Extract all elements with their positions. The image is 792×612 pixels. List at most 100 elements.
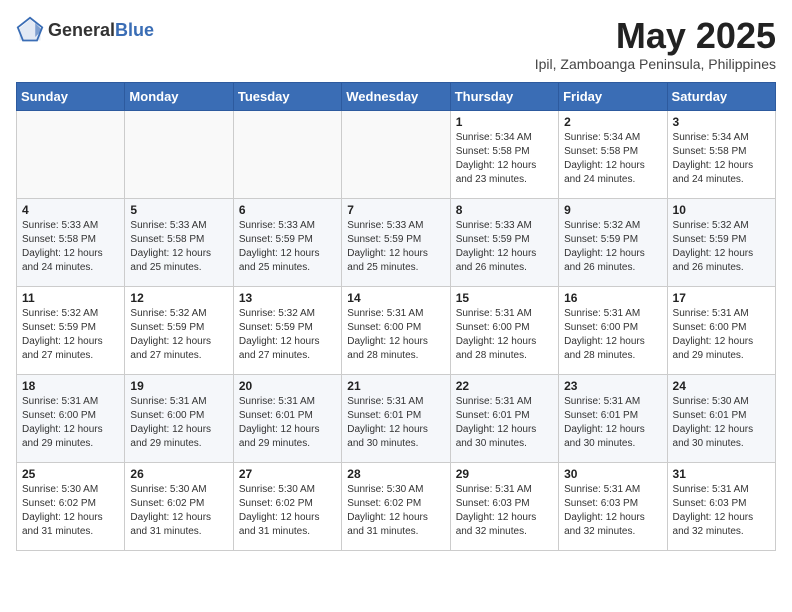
calendar-week-4: 18 Sunrise: 5:31 AM Sunset: 6:00 PM Dayli…	[17, 374, 776, 462]
day-number: 9	[564, 203, 661, 217]
calendar-cell: 17Sunrise: 5:31 AM Sunset: 6:00 PM Dayli…	[667, 286, 775, 374]
page-header: GeneralBlue May 2025 Ipil, Zamboanga Pen…	[16, 16, 776, 72]
cell-content: Sunrise: 5:30 AM Sunset: 6:02 PM Dayligh…	[130, 483, 227, 539]
day-number: 18	[22, 379, 119, 393]
calendar-cell: 20 Sunrise: 5:31 AM Sunset: 6:01 PM Dayli…	[233, 374, 341, 462]
calendar-cell: 8Sunrise: 5:33 AM Sunset: 5:59 PM Daylig…	[450, 198, 558, 286]
cell-content: Sunrise: 5:31 AM Sunset: 6:00 PM Dayligh…	[673, 307, 770, 363]
calendar-cell: 10Sunrise: 5:32 AM Sunset: 5:59 PM Dayli…	[667, 198, 775, 286]
calendar-cell: 24 Sunrise: 5:30 AM Sunset: 6:01 PM Dayli…	[667, 374, 775, 462]
cell-content: Sunrise: 5:34 AM Sunset: 5:58 PM Dayligh…	[456, 131, 553, 187]
cell-content: Sunrise: 5:32 AM Sunset: 5:59 PM Dayligh…	[239, 307, 336, 363]
day-number: 4	[22, 203, 119, 217]
calendar-header: SundayMondayTuesdayWednesdayThursdayFrid…	[17, 82, 776, 110]
calendar-cell: 9Sunrise: 5:32 AM Sunset: 5:59 PM Daylig…	[559, 198, 667, 286]
cell-content: Sunrise: 5:31 AM Sunset: 6:03 PM Dayligh…	[564, 483, 661, 539]
calendar-cell: 27 Sunrise: 5:30 AM Sunset: 6:02 PM Dayli…	[233, 462, 341, 550]
cell-content: Sunrise: 5:30 AM Sunset: 6:02 PM Dayligh…	[239, 483, 336, 539]
calendar-cell: 31 Sunrise: 5:31 AM Sunset: 6:03 PM Dayli…	[667, 462, 775, 550]
day-number: 24	[673, 379, 770, 393]
calendar-cell: 12Sunrise: 5:32 AM Sunset: 5:59 PM Dayli…	[125, 286, 233, 374]
calendar-cell: 30 Sunrise: 5:31 AM Sunset: 6:03 PM Dayli…	[559, 462, 667, 550]
calendar-cell: 16 Sunrise: 5:31 AM Sunset: 6:00 PM Dayli…	[559, 286, 667, 374]
day-number: 2	[564, 115, 661, 129]
calendar-cell	[342, 110, 450, 198]
cell-content: Sunrise: 5:31 AM Sunset: 6:01 PM Dayligh…	[347, 395, 444, 451]
cell-content: Sunrise: 5:34 AM Sunset: 5:58 PM Dayligh…	[673, 131, 770, 187]
calendar-cell: 29 Sunrise: 5:31 AM Sunset: 6:03 PM Dayli…	[450, 462, 558, 550]
header-day-tuesday: Tuesday	[233, 82, 341, 110]
day-number: 29	[456, 467, 553, 481]
day-number: 19	[130, 379, 227, 393]
cell-content: Sunrise: 5:32 AM Sunset: 5:59 PM Dayligh…	[673, 219, 770, 275]
day-number: 13	[239, 291, 336, 305]
location-subtitle: Ipil, Zamboanga Peninsula, Philippines	[535, 56, 776, 72]
calendar-table: SundayMondayTuesdayWednesdayThursdayFrid…	[16, 82, 776, 551]
day-number: 3	[673, 115, 770, 129]
calendar-cell: 6 Sunrise: 5:33 AM Sunset: 5:59 PM Daylig…	[233, 198, 341, 286]
cell-content: Sunrise: 5:32 AM Sunset: 5:59 PM Dayligh…	[130, 307, 227, 363]
logo: GeneralBlue	[16, 16, 154, 44]
day-number: 11	[22, 291, 119, 305]
calendar-cell: 7Sunrise: 5:33 AM Sunset: 5:59 PM Daylig…	[342, 198, 450, 286]
header-row: SundayMondayTuesdayWednesdayThursdayFrid…	[17, 82, 776, 110]
logo-icon	[16, 16, 44, 44]
day-number: 22	[456, 379, 553, 393]
calendar-cell: 19 Sunrise: 5:31 AM Sunset: 6:00 PM Dayli…	[125, 374, 233, 462]
calendar-cell: 5Sunrise: 5:33 AM Sunset: 5:58 PM Daylig…	[125, 198, 233, 286]
cell-content: Sunrise: 5:31 AM Sunset: 6:01 PM Dayligh…	[456, 395, 553, 451]
cell-content: Sunrise: 5:31 AM Sunset: 6:01 PM Dayligh…	[239, 395, 336, 451]
day-number: 6	[239, 203, 336, 217]
day-number: 1	[456, 115, 553, 129]
calendar-cell: 25 Sunrise: 5:30 AM Sunset: 6:02 PM Dayli…	[17, 462, 125, 550]
calendar-cell: 13 Sunrise: 5:32 AM Sunset: 5:59 PM Dayli…	[233, 286, 341, 374]
calendar-cell	[233, 110, 341, 198]
cell-content: Sunrise: 5:33 AM Sunset: 5:59 PM Dayligh…	[239, 219, 336, 275]
calendar-cell: 18Sunrise: 5:31 AM Sunset: 6:00 PM Dayli…	[17, 374, 125, 462]
cell-content: Sunrise: 5:31 AM Sunset: 6:00 PM Dayligh…	[456, 307, 553, 363]
day-number: 30	[564, 467, 661, 481]
calendar-cell: 22 Sunrise: 5:31 AM Sunset: 6:01 PM Dayli…	[450, 374, 558, 462]
calendar-week-2: 4 Sunrise: 5:33 AM Sunset: 5:58 PM Daylig…	[17, 198, 776, 286]
month-title: May 2025	[535, 16, 776, 56]
cell-content: Sunrise: 5:31 AM Sunset: 6:00 PM Dayligh…	[130, 395, 227, 451]
header-day-saturday: Saturday	[667, 82, 775, 110]
calendar-cell: 23Sunrise: 5:31 AM Sunset: 6:01 PM Dayli…	[559, 374, 667, 462]
day-number: 28	[347, 467, 444, 481]
cell-content: Sunrise: 5:33 AM Sunset: 5:59 PM Dayligh…	[347, 219, 444, 275]
day-number: 16	[564, 291, 661, 305]
day-number: 25	[22, 467, 119, 481]
cell-content: Sunrise: 5:30 AM Sunset: 6:01 PM Dayligh…	[673, 395, 770, 451]
day-number: 27	[239, 467, 336, 481]
calendar-cell: 15 Sunrise: 5:31 AM Sunset: 6:00 PM Dayli…	[450, 286, 558, 374]
cell-content: Sunrise: 5:31 AM Sunset: 6:03 PM Dayligh…	[673, 483, 770, 539]
cell-content: Sunrise: 5:33 AM Sunset: 5:58 PM Dayligh…	[22, 219, 119, 275]
day-number: 15	[456, 291, 553, 305]
header-day-sunday: Sunday	[17, 82, 125, 110]
logo-blue: Blue	[115, 21, 154, 39]
day-number: 14	[347, 291, 444, 305]
cell-content: Sunrise: 5:31 AM Sunset: 6:01 PM Dayligh…	[564, 395, 661, 451]
cell-content: Sunrise: 5:31 AM Sunset: 6:00 PM Dayligh…	[564, 307, 661, 363]
header-day-monday: Monday	[125, 82, 233, 110]
calendar-cell	[125, 110, 233, 198]
cell-content: Sunrise: 5:30 AM Sunset: 6:02 PM Dayligh…	[347, 483, 444, 539]
logo-text: GeneralBlue	[48, 21, 154, 39]
day-number: 8	[456, 203, 553, 217]
cell-content: Sunrise: 5:32 AM Sunset: 5:59 PM Dayligh…	[22, 307, 119, 363]
cell-content: Sunrise: 5:31 AM Sunset: 6:03 PM Dayligh…	[456, 483, 553, 539]
calendar-cell: 28 Sunrise: 5:30 AM Sunset: 6:02 PM Dayli…	[342, 462, 450, 550]
calendar-cell: 1 Sunrise: 5:34 AM Sunset: 5:58 PM Daylig…	[450, 110, 558, 198]
calendar-cell	[17, 110, 125, 198]
calendar-cell: 26Sunrise: 5:30 AM Sunset: 6:02 PM Dayli…	[125, 462, 233, 550]
calendar-cell: 21 Sunrise: 5:31 AM Sunset: 6:01 PM Dayli…	[342, 374, 450, 462]
cell-content: Sunrise: 5:31 AM Sunset: 6:00 PM Dayligh…	[347, 307, 444, 363]
day-number: 31	[673, 467, 770, 481]
day-number: 21	[347, 379, 444, 393]
cell-content: Sunrise: 5:34 AM Sunset: 5:58 PM Dayligh…	[564, 131, 661, 187]
cell-content: Sunrise: 5:30 AM Sunset: 6:02 PM Dayligh…	[22, 483, 119, 539]
calendar-week-5: 25 Sunrise: 5:30 AM Sunset: 6:02 PM Dayli…	[17, 462, 776, 550]
title-area: May 2025 Ipil, Zamboanga Peninsula, Phil…	[535, 16, 776, 72]
day-number: 20	[239, 379, 336, 393]
header-day-thursday: Thursday	[450, 82, 558, 110]
